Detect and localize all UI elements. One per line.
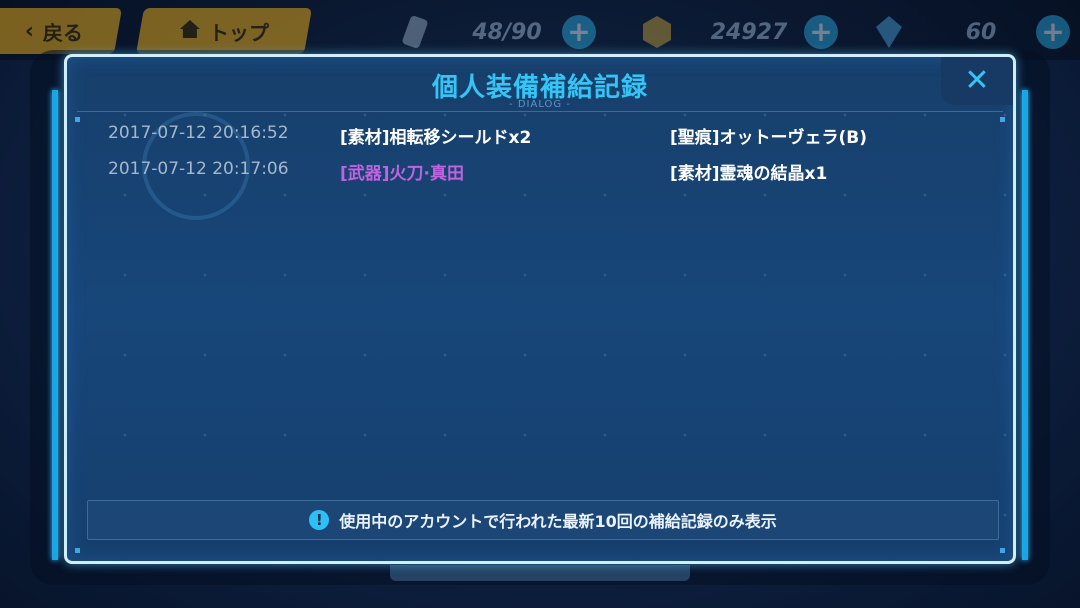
record-row: 2017-07-12 20:17:06 [武器]火刀·真田 [素材]霊魂の結晶x… bbox=[67, 159, 1013, 187]
coin-value: 24927 bbox=[710, 19, 788, 45]
stamina-resource: 48/90 + bbox=[398, 10, 596, 54]
supply-record-dialog: 個人装備補給記録 - DIALOG - ✕ 2017-07-12 20:16:5… bbox=[64, 54, 1016, 564]
dialog-bottom-tab bbox=[390, 565, 690, 581]
home-button[interactable]: トップ bbox=[135, 8, 313, 54]
record-item-primary: [素材]相転移シールドx2 bbox=[340, 128, 532, 148]
crystal-value: 60 bbox=[965, 19, 997, 45]
chevron-left-icon: ‹ bbox=[25, 18, 35, 44]
notice-text: 使用中のアカウントで行われた最新10回の補給記録のみ表示 bbox=[339, 512, 777, 531]
corner-marker bbox=[1000, 117, 1005, 122]
record-item-primary: [武器]火刀·真田 bbox=[340, 164, 464, 184]
home-label: トップ bbox=[209, 20, 269, 45]
dialog-right-accent bbox=[1022, 90, 1028, 560]
add-coin-button[interactable]: + bbox=[804, 15, 838, 49]
coin-resource: 24927 + bbox=[640, 10, 838, 54]
corner-marker bbox=[75, 548, 80, 553]
add-stamina-button[interactable]: + bbox=[562, 15, 596, 49]
corner-marker bbox=[75, 117, 80, 122]
record-row: 2017-07-12 20:16:52 [素材]相転移シールドx2 [聖痕]オッ… bbox=[67, 123, 1013, 151]
dialog-subtitle: - DIALOG - bbox=[509, 99, 571, 110]
stamina-can-icon bbox=[398, 13, 432, 51]
back-button[interactable]: ‹ 戻る bbox=[0, 8, 123, 54]
record-item-secondary: [素材]霊魂の結晶x1 bbox=[670, 164, 828, 184]
corner-marker bbox=[1000, 548, 1005, 553]
crystal-icon bbox=[872, 13, 906, 51]
notice-bar: ! 使用中のアカウントで行われた最新10回の補給記録のみ表示 bbox=[87, 500, 999, 540]
home-icon bbox=[179, 19, 201, 44]
crystal-resource: 60 + bbox=[872, 10, 1070, 54]
coin-icon bbox=[640, 13, 674, 51]
header-divider bbox=[77, 111, 1003, 112]
info-icon: ! bbox=[309, 510, 330, 530]
record-timestamp: 2017-07-12 20:17:06 bbox=[108, 159, 289, 179]
add-crystal-button[interactable]: + bbox=[1036, 15, 1070, 49]
record-timestamp: 2017-07-12 20:16:52 bbox=[108, 123, 289, 143]
close-icon[interactable]: ✕ bbox=[964, 66, 989, 96]
dialog-left-accent bbox=[52, 90, 58, 560]
back-label: 戻る bbox=[42, 20, 83, 45]
record-item-secondary: [聖痕]オットーヴェラ(B) bbox=[670, 128, 868, 148]
close-tab: ✕ bbox=[941, 57, 1013, 105]
stamina-value: 48/90 bbox=[472, 19, 542, 45]
